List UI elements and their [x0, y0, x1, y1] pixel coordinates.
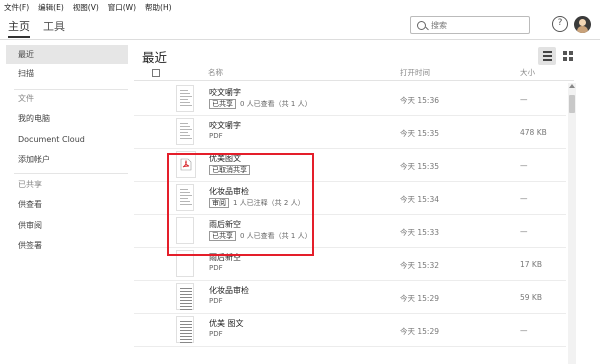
file-status: PDF [209, 330, 223, 338]
tab-tools[interactable]: 工具 [43, 18, 65, 34]
top-bar: 主页 工具 搜索 ? [0, 14, 600, 40]
file-type: PDF [209, 264, 223, 272]
file-size: 59 KB [520, 293, 542, 302]
select-all-checkbox[interactable] [152, 69, 160, 77]
menu-file[interactable]: 文件(F) [4, 2, 29, 13]
scrollbar[interactable] [568, 83, 576, 364]
search-icon [417, 20, 426, 30]
opened-time: 今天 15:29 [400, 327, 439, 336]
file-size: — [520, 326, 528, 335]
app-window: 文件(F) 编辑(E) 视图(V) 窗口(W) 帮助(H) 主页 工具 搜索 ?… [0, 0, 600, 364]
file-size: 478 KB [520, 128, 547, 137]
search-box[interactable]: 搜索 [410, 16, 530, 34]
sidebar-item-my-computer[interactable]: 我的电脑 [6, 109, 128, 128]
file-name: 咬文嚼字 [209, 121, 241, 130]
menu-edit[interactable]: 编辑(E) [38, 2, 64, 13]
file-type: PDF [209, 330, 223, 338]
file-name: 化妆品审检 [209, 286, 249, 295]
grid-view-button[interactable] [559, 47, 577, 65]
sidebar-item-for-review[interactable]: 供审阅 [6, 216, 128, 235]
search-placeholder: 搜索 [431, 20, 447, 30]
opened-time: 今天 15:33 [400, 228, 439, 237]
list-view-button[interactable] [538, 47, 556, 65]
column-name[interactable]: 名称 [208, 67, 223, 78]
page-title: 最近 [142, 50, 168, 65]
file-name: 优美 图文 [209, 319, 244, 328]
opened-time: 今天 15:36 [400, 96, 439, 105]
table-row[interactable]: 优美 图文 PDF 今天 15:29 — [134, 314, 566, 347]
sidebar-heading-shared: 已共享 [18, 180, 42, 189]
file-size: — [520, 95, 528, 104]
avatar[interactable] [574, 16, 591, 33]
menu-bar: 文件(F) 编辑(E) 视图(V) 窗口(W) 帮助(H) [0, 0, 600, 14]
sidebar-item-add-account[interactable]: 添加帐户 [6, 150, 128, 169]
sidebar: 最近 扫描 文件 我的电脑 Document Cloud 添加帐户 已共享 供查… [0, 41, 132, 364]
file-name: 咬文嚼字 [209, 88, 241, 97]
status-badge: 已共享 [209, 99, 236, 109]
file-status: PDF [209, 297, 223, 305]
file-size: — [520, 194, 528, 203]
opened-time: 今天 15:35 [400, 129, 439, 138]
file-status: PDF [209, 264, 223, 272]
menu-window[interactable]: 窗口(W) [108, 2, 136, 13]
file-size: 17 KB [520, 260, 542, 269]
file-type: PDF [209, 297, 223, 305]
file-size: — [520, 227, 528, 236]
document-thumbnail-icon [176, 316, 194, 343]
menu-view[interactable]: 视图(V) [73, 2, 99, 13]
document-thumbnail-icon [176, 283, 194, 310]
sidebar-item-for-view[interactable]: 供查看 [6, 195, 128, 214]
sidebar-item-recent[interactable]: 最近 [6, 45, 128, 64]
file-type: PDF [209, 132, 223, 140]
sidebar-divider [14, 173, 128, 174]
document-thumbnail-icon [176, 118, 194, 145]
highlight-box [167, 153, 314, 256]
table-row[interactable]: 咬文嚼字 PDF 今天 15:35 478 KB [134, 116, 566, 149]
table-row[interactable]: 咬文嚼字已共享 0 人已查看（共 1 人） 今天 15:36 — [134, 83, 566, 116]
table-header: 名称 打开时间 大小 [134, 67, 574, 81]
share-note: 0 人已查看（共 1 人） [240, 100, 312, 108]
document-thumbnail-icon [176, 85, 194, 112]
tab-home[interactable]: 主页 [8, 18, 30, 38]
menu-help[interactable]: 帮助(H) [145, 2, 172, 13]
file-status: PDF [209, 132, 223, 140]
scroll-thumb[interactable] [569, 95, 575, 113]
opened-time: 今天 15:32 [400, 261, 439, 270]
file-status: 已共享 0 人已查看（共 1 人） [209, 99, 312, 109]
help-icon[interactable]: ? [552, 16, 568, 32]
column-opened[interactable]: 打开时间 [400, 67, 430, 78]
sidebar-heading-files: 文件 [18, 94, 34, 103]
sidebar-item-for-sign[interactable]: 供签署 [6, 236, 128, 255]
scroll-up-icon[interactable] [569, 84, 575, 88]
sidebar-item-scan[interactable]: 扫描 [6, 64, 128, 83]
opened-time: 今天 15:35 [400, 162, 439, 171]
file-size: — [520, 161, 528, 170]
table-row[interactable]: 化妆品审检 PDF 今天 15:29 59 KB [134, 281, 566, 314]
sidebar-item-document-cloud[interactable]: Document Cloud [6, 130, 128, 149]
opened-time: 今天 15:29 [400, 294, 439, 303]
column-size[interactable]: 大小 [520, 67, 535, 78]
opened-time: 今天 15:34 [400, 195, 439, 204]
